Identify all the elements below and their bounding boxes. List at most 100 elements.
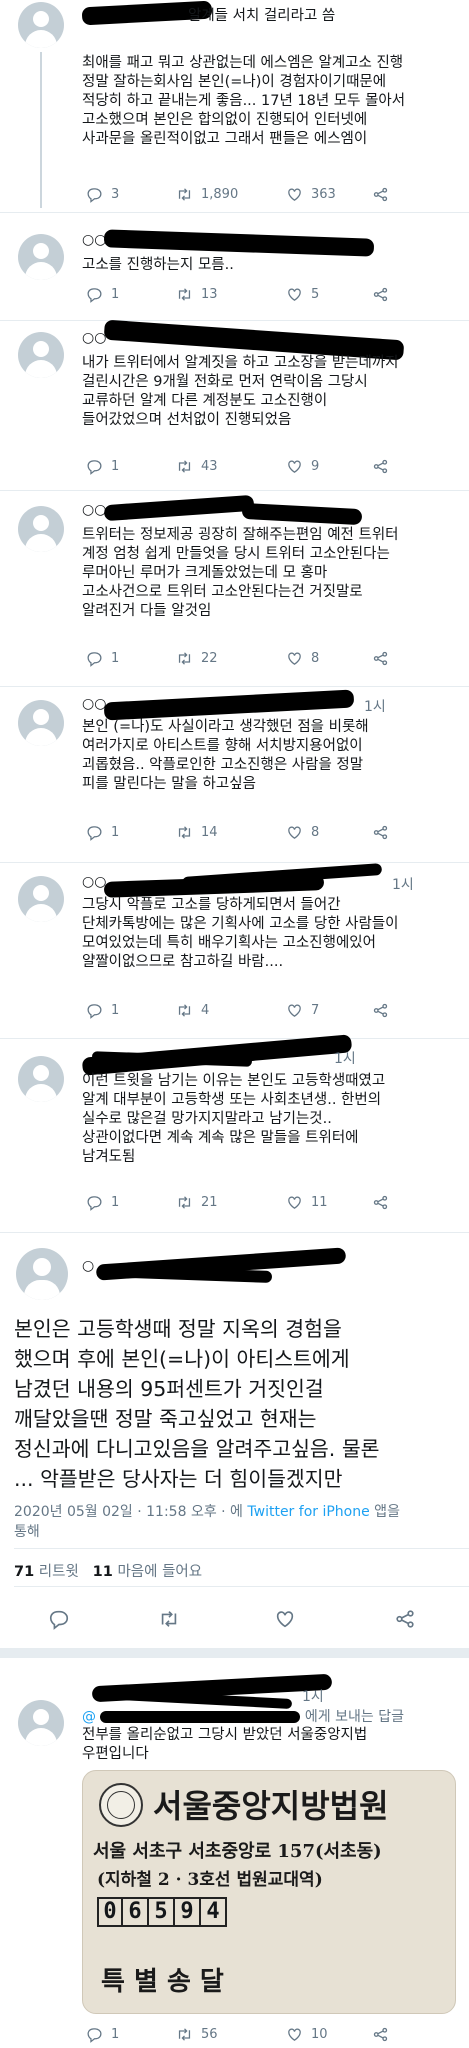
- share-button[interactable]: [372, 650, 389, 667]
- main-tweet[interactable]: ○ 본인은 고등학생때 정말 지옥의 경험을 했으며 후에 본인(=나)이 아티…: [0, 1236, 469, 1612]
- tweet[interactable]: ○○ 1시 본인 (=나)도 사실이라고 생각했던 점을 비롯해 여러가지로 아…: [0, 689, 469, 860]
- reply-tweet[interactable]: 1시 @ 에게 보내는 답글 전부를 올리순없고 그당시 받았던 서울중앙지법 …: [0, 1660, 469, 2048]
- reply-icon: [87, 288, 102, 303]
- avatar[interactable]: [18, 1056, 64, 1102]
- reply-button[interactable]: 1: [86, 2026, 119, 2043]
- text-line: 했으며 후에 본인(=나)이 아티스트에게: [14, 1347, 350, 1371]
- reply-button[interactable]: [48, 1608, 70, 1630]
- retweet-button[interactable]: 14: [176, 824, 218, 841]
- retweet-button[interactable]: 22: [176, 650, 218, 667]
- retweet-count[interactable]: 71: [14, 1564, 34, 1580]
- avatar[interactable]: [18, 1700, 64, 1746]
- share-button[interactable]: [372, 186, 389, 203]
- client-link[interactable]: Twitter for iPhone: [247, 1504, 369, 1520]
- court-name: 서울중앙지방법원: [153, 1787, 389, 1825]
- header-text: ○○: [82, 330, 107, 346]
- reply-button[interactable]: 1: [86, 650, 119, 667]
- retweet-button[interactable]: [158, 1608, 180, 1630]
- retweet-button[interactable]: 1,890: [176, 186, 238, 203]
- avatar[interactable]: [18, 2, 64, 48]
- retweet-count: 56: [201, 2027, 218, 2042]
- thread-line: [40, 52, 42, 208]
- divider: [0, 686, 469, 687]
- like-label[interactable]: 마음에 들어요: [117, 1564, 202, 1580]
- avatar[interactable]: [16, 1248, 68, 1300]
- retweet-count: 13: [201, 287, 218, 302]
- reply-count: 3: [111, 187, 120, 202]
- text-line: 트위터는 정보제공 굉장히 잘해주는편임 예전 트위터: [82, 527, 399, 543]
- like-button[interactable]: 8: [286, 824, 319, 841]
- share-button[interactable]: [372, 1194, 389, 1211]
- like-button[interactable]: 7: [286, 1002, 319, 1019]
- header-text: ○○: [82, 696, 107, 712]
- share-icon: [373, 2027, 388, 2042]
- retweet-icon: [178, 1196, 191, 1209]
- retweet-button[interactable]: 21: [176, 1194, 218, 1211]
- tweet[interactable]: ○○ 내가 트위터에서 알계짓을 하고 고소장을 받는데까지 걸린시간은 9개월…: [0, 319, 469, 489]
- like-button[interactable]: 363: [286, 186, 336, 203]
- tweet[interactable]: ○○ 1시 그당시 악플로 고소를 당하게되면서 들어간 단체카톡방에는 많은 …: [0, 863, 469, 1036]
- tweet[interactable]: 1시 이런 트윗을 남기는 이유는 본인도 고등학생때였고 알계 대부분이 고등…: [0, 1034, 469, 1230]
- reply-icon: [87, 1196, 102, 1211]
- text-line: 상관이없다면 계속 계속 많은 말들을 트위터에: [82, 1130, 359, 1146]
- tweet-actions: 3 1,890 363: [86, 186, 446, 206]
- avatar[interactable]: [18, 234, 64, 280]
- retweet-icon: [178, 188, 191, 201]
- reply-button[interactable]: 1: [86, 458, 119, 475]
- reply-button[interactable]: 3: [86, 186, 119, 203]
- share-button[interactable]: [372, 2026, 389, 2043]
- share-icon: [373, 651, 388, 666]
- reply-count: 1: [111, 825, 120, 840]
- share-icon: [373, 459, 388, 474]
- text-line: 적당히 하고 끝내는게 좋음... 17년 18년 모두 몰아서: [82, 93, 406, 109]
- share-button[interactable]: [394, 1608, 416, 1630]
- like-count: 5: [311, 287, 320, 302]
- reply-button[interactable]: 1: [86, 286, 119, 303]
- divider: [0, 1648, 469, 1658]
- tweet[interactable]: ○○ 트위터는 정보제공 굉장히 잘해주는편임 예전 트위터 계정 엄청 쉽게 …: [0, 494, 469, 684]
- reply-button[interactable]: 1: [86, 824, 119, 841]
- share-button[interactable]: [372, 824, 389, 841]
- heart-icon: [288, 188, 301, 201]
- tweet[interactable]: ○○ 고소를 진행하는지 모름.. 1 13 5: [0, 222, 469, 322]
- avatar[interactable]: [18, 700, 64, 746]
- retweet-button[interactable]: 4: [176, 1002, 209, 1019]
- text-line: 들어갔었으며 선처없이 진행되었음: [82, 412, 292, 428]
- like-count[interactable]: 11: [93, 1564, 113, 1580]
- retweet-button[interactable]: 13: [176, 286, 218, 303]
- meta-line: 통해: [14, 1524, 40, 1540]
- retweet-count: 4: [201, 1003, 210, 1018]
- avatar[interactable]: [18, 876, 64, 922]
- court-seal-inner: [107, 1791, 135, 1819]
- tweet-text: 최애를 패고 뭐고 상관없는데 에스엠은 알계고소 진행 정말 잘하는회사임 본…: [82, 54, 462, 149]
- like-button[interactable]: 9: [286, 458, 319, 475]
- like-button[interactable]: [274, 1608, 296, 1630]
- attached-photo[interactable]: 서울중앙지방법원 서울 서초구 서초중앙로 157(서초동) (지하철 2 · …: [82, 1770, 456, 2014]
- share-button[interactable]: [372, 458, 389, 475]
- retweet-button[interactable]: 43: [176, 458, 218, 475]
- reply-button[interactable]: 1: [86, 1194, 119, 1211]
- like-button[interactable]: 10: [286, 2026, 328, 2043]
- reply-count: 1: [111, 459, 120, 474]
- reply-icon: [87, 2028, 102, 2043]
- tweet[interactable]: 알계들 서치 걸리라고 씀 최애를 패고 뭐고 상관없는데 에스엠은 알계고소 …: [0, 0, 469, 208]
- text-line: 단체카톡방에는 많은 기획사에 고소를 당한 사람들이: [82, 916, 399, 932]
- retweet-label[interactable]: 리트윗: [39, 1564, 79, 1580]
- retweet-button[interactable]: 56: [176, 2026, 218, 2043]
- like-button[interactable]: 8: [286, 650, 319, 667]
- like-button[interactable]: 5: [286, 286, 319, 303]
- reply-icon: [87, 826, 102, 841]
- share-button[interactable]: [372, 1002, 389, 1019]
- reply-to-handle[interactable]: @: [82, 1709, 96, 1725]
- like-button[interactable]: 11: [286, 1194, 328, 1211]
- heart-icon: [288, 826, 301, 839]
- retweet-count: 1,890: [201, 187, 239, 202]
- reply-button[interactable]: 1: [86, 1002, 119, 1019]
- avatar[interactable]: [18, 506, 64, 552]
- share-icon: [373, 187, 388, 202]
- text-line: 괴롭혔음.. 악플로인한 고소진행은 사람을 정말: [82, 757, 364, 773]
- share-button[interactable]: [372, 286, 389, 303]
- header-text: ○○: [82, 874, 107, 890]
- tweet-actions: 1 56 10: [86, 2026, 446, 2046]
- avatar[interactable]: [18, 332, 64, 378]
